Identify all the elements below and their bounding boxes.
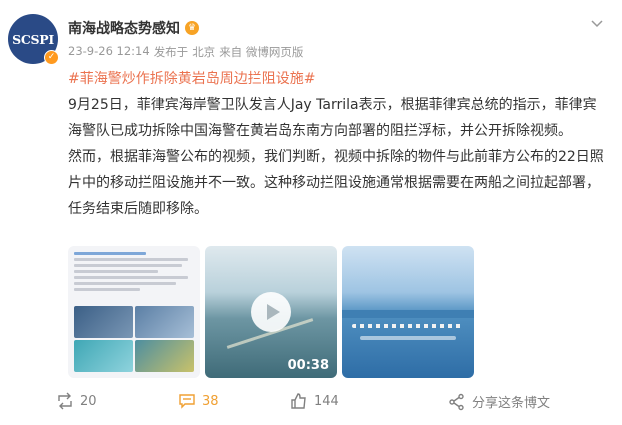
topic-link[interactable]: #菲海警炒作拆除黄岩岛周边拦阻设施# <box>68 71 315 87</box>
image-thumbnail-sea[interactable] <box>342 246 474 378</box>
post-location: 北京 <box>192 45 216 59</box>
like-button[interactable]: 144 <box>290 392 339 410</box>
post-client: 来自 微博网页版 <box>219 45 304 59</box>
media-gallery: 00:38 <box>68 246 474 378</box>
avatar-text: SCSPI <box>12 31 54 47</box>
post-paragraph-1: 9月25日，菲律宾海岸警卫队发言人Jay Tarrila表示，根据菲律宾总统的指… <box>68 97 597 139</box>
author-row: 南海战略态势感知 ♛ <box>68 18 199 38</box>
share-label: 分享这条博文 <box>472 396 551 411</box>
comment-count: 38 <box>202 393 219 409</box>
video-duration: 00:38 <box>287 358 329 373</box>
thumbs-up-icon <box>291 393 306 409</box>
author-name[interactable]: 南海战略态势感知 <box>68 18 180 38</box>
post-content: #菲海警炒作拆除黄岩岛周边拦阻设施# 9月25日，菲律宾海岸警卫队发言人Jay … <box>68 66 608 222</box>
source-prefix: 发布于 <box>153 45 189 59</box>
action-bar: 20 38 144 分享这条博文 <box>0 392 622 411</box>
repost-button[interactable]: 20 <box>56 392 97 410</box>
like-count: 144 <box>314 393 339 409</box>
verified-badge-icon: ✓ <box>44 50 59 65</box>
video-thumbnail[interactable]: 00:38 <box>205 246 337 378</box>
post-meta: 23-9-26 12:14 发布于 北京 来自 微博网页版 <box>68 44 303 60</box>
play-icon[interactable] <box>251 292 291 332</box>
chevron-down-icon[interactable] <box>590 16 604 30</box>
post-paragraph-2: 然而，根据菲海警公布的视频，我们判断，视频中拆除的物件与此前菲方公布的22日照片… <box>68 149 604 217</box>
share-button[interactable]: 分享这条博文 <box>448 392 550 411</box>
post-time[interactable]: 23-9-26 12:14 <box>68 44 150 60</box>
repost-icon <box>58 392 72 410</box>
crown-icon: ♛ <box>185 21 199 35</box>
image-thumbnail-screenshot[interactable] <box>68 246 200 378</box>
repost-count: 20 <box>80 393 97 409</box>
comment-button[interactable]: 38 <box>178 392 219 410</box>
share-icon <box>449 393 464 410</box>
comment-icon <box>179 394 195 409</box>
